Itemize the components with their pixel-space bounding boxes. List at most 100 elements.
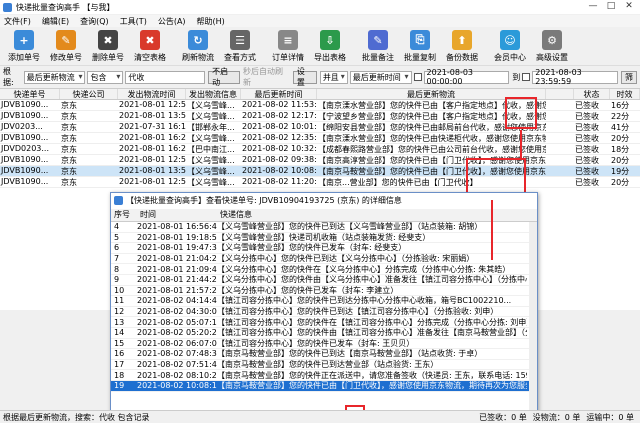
logic-select[interactable]: 并且 xyxy=(319,70,348,84)
toolbar-button-5[interactable]: ☰ 查看方式 xyxy=(219,28,261,66)
toolbar-button-11[interactable]: ☺ 会员中心 xyxy=(489,28,531,66)
detail-row[interactable]: 19 2021-08-02 10:08:18 【南京马鞍营业部】您的快件已由【门卫代… xyxy=(111,380,537,392)
table-cell: JDVB1090... xyxy=(1,111,49,120)
filter-field-select[interactable]: 最后更新物流 xyxy=(23,70,86,84)
table-row[interactable]: JDVD0203... 京东 2021-08-01 16:21:31【巴中南江...… xyxy=(0,144,640,155)
detail-cell: 2021-08-01 21:57:23 xyxy=(137,285,217,295)
table-cell: 41分 xyxy=(611,123,630,132)
table-cell: 京东 xyxy=(61,112,77,121)
filter-button[interactable]: 筛 xyxy=(620,70,637,84)
toolbar-button-0[interactable]: + 添加单号 xyxy=(3,28,45,66)
table-cell: 22分 xyxy=(611,112,630,121)
stop-button[interactable]: 不启动 xyxy=(208,67,241,87)
table-cell: 20分 xyxy=(611,178,630,187)
column-header[interactable]: 状态 xyxy=(574,89,610,99)
table-cell: 2021-08-02 11:20:46 xyxy=(242,177,317,186)
table-cell xyxy=(546,166,574,176)
table-row[interactable]: JDVB1090... 京东 2021-08-01 12:57:28【义乌雪峰...… xyxy=(0,155,640,166)
table-cell: 【义乌雪峰... xyxy=(187,167,235,176)
toolbar-button-7[interactable]: ⇩ 导出表格 xyxy=(309,28,351,66)
table-cell: 20分 xyxy=(611,134,630,143)
table-row[interactable]: JDVB1090... 京东 2021-08-01 16:21:31【义乌雪峰...… xyxy=(0,133,640,144)
column-header[interactable]: 发出物流时间 xyxy=(118,89,186,99)
table-cell: 已签收 xyxy=(575,156,599,165)
menu-edit[interactable]: 编辑(E) xyxy=(42,16,69,27)
start-time-input[interactable]: 2021-08-03 00:00:00 xyxy=(423,68,510,86)
detail-cell: 【南京马鞍营业部】您的快件已到达营业部（站点验货: 王东） xyxy=(217,360,439,370)
close-button[interactable]: ✕ xyxy=(620,1,638,11)
toolbar-label: 添加单号 xyxy=(8,53,40,62)
settings-button[interactable]: 设置 xyxy=(292,67,317,87)
filter-label: 根据: xyxy=(3,67,14,87)
toolbar-label: 会员中心 xyxy=(494,53,526,62)
col-info: 快递信息 xyxy=(220,210,252,219)
minimize-button[interactable]: — xyxy=(584,1,602,11)
table-cell: 已签收 xyxy=(575,101,599,110)
detail-cell: 【镇江司容分拣中心】您的快件已到达【镇江司容分拣中心】（分拣验收: 刘申） xyxy=(217,307,499,317)
menu-bar: 文件(F) 编辑(E) 查询(Q) 工具(T) 公告(A) 帮助(H) xyxy=(0,15,640,27)
detail-cell: 2021-08-02 05:20:28 xyxy=(137,328,217,338)
toolbar-button-9[interactable]: ⎘ 批量复制 xyxy=(399,28,441,66)
table-row[interactable]: JDVB1090... 京东 2021-08-01 12:57:28【义乌雪峰...… xyxy=(0,177,640,188)
table-cell: 18分 xyxy=(611,145,630,154)
toolbar-button-8[interactable]: ✎ 批量备注 xyxy=(357,28,399,66)
time-filter-checkbox[interactable] xyxy=(413,73,422,81)
table-row[interactable]: JDVB1090... 京东 2021-08-01 13:53:40【义乌雪峰...… xyxy=(0,111,640,122)
table-cell: 2021-08-01 12:57:28 xyxy=(119,177,186,186)
table-cell xyxy=(546,100,574,110)
column-header[interactable]: 快递单号 xyxy=(0,89,60,99)
end-time-checkbox[interactable] xyxy=(522,73,531,81)
detail-cell: 2021-08-02 04:14:48 xyxy=(137,296,217,306)
menu-help[interactable]: 帮助(H) xyxy=(197,16,225,27)
table-cell: 2021-08-02 09:38:39 xyxy=(242,155,317,164)
table-cell xyxy=(546,144,574,154)
filter-op-select[interactable]: 包含 xyxy=(87,70,124,84)
column-header[interactable] xyxy=(546,89,574,99)
dialog-table-body: 4 2021-08-01 16:56:42 【义乌雪峰营业部】您的快件已到达【义乌雪… xyxy=(111,222,537,392)
toolbar-label: 高级设置 xyxy=(536,53,568,62)
dialog-scrollbar[interactable] xyxy=(529,222,537,422)
column-header[interactable]: 时效 xyxy=(610,89,640,99)
detail-cell: 12 xyxy=(114,307,125,317)
detail-cell: 2021-08-02 10:08:18 xyxy=(137,381,217,391)
time-field-select[interactable]: 最后更新时间 xyxy=(349,70,412,84)
menu-file[interactable]: 文件(F) xyxy=(4,16,31,27)
toolbar-button-3[interactable]: ✖ 清空表格 xyxy=(129,28,171,66)
toolbar-button-4[interactable]: ↻ 刷新物流 xyxy=(177,28,219,66)
detail-cell: 4 xyxy=(114,222,120,232)
column-header[interactable]: 发出物流信息 xyxy=(186,89,241,99)
toolbar-button-10[interactable]: ⬆ 备份数据 xyxy=(441,28,483,66)
toolbar-button-2[interactable]: ✖ 删除单号 xyxy=(87,28,129,66)
menu-query[interactable]: 查询(Q) xyxy=(80,16,109,27)
table-cell: 【义乌雪峰... xyxy=(187,178,235,187)
table-row[interactable]: JDV0203... 京东 2021-07-31 16:18:20【邯郸永年... 2… xyxy=(0,122,640,133)
clear-icon: ✖ xyxy=(140,30,160,50)
detail-cell: 18 xyxy=(114,370,125,380)
keyword-input[interactable]: 代收 xyxy=(125,70,206,84)
dialog-icon xyxy=(114,195,123,205)
column-header[interactable]: 最后更新时间 xyxy=(241,89,317,99)
detail-cell: 【义乌分拣中心】您的快件由【义乌分拣中心】准备发往【镇江司容分拣中心】（分拣中心… xyxy=(217,275,527,285)
menu-tools[interactable]: 工具(T) xyxy=(120,16,147,27)
dialog-title: 【快递批量查询高手】查看快递单号: JDVB10904193725 (京东) 的… xyxy=(126,195,402,205)
table-cell: JDVB1090... xyxy=(1,155,49,164)
detail-cell: 【义乌雪峰营业部】您的快件已到达【义乌雪峰营业部】（站点装箱: 胡锦） xyxy=(217,222,483,232)
member-icon: ☺ xyxy=(500,30,520,50)
table-cell: 已签收 xyxy=(575,134,599,143)
table-row[interactable]: JDVB1090... 京东 2021-08-01 12:57:28【义乌雪峰...… xyxy=(0,100,640,111)
toolbar-button-12[interactable]: ⚙ 高级设置 xyxy=(531,28,573,66)
detail-cell: 【南京马鞍营业部】您的快件已由【门卫代收】，感谢您使用京东物流，期待再次为您服务 xyxy=(217,381,527,391)
maximize-button[interactable]: □ xyxy=(602,1,620,11)
column-header[interactable]: 快递公司 xyxy=(60,89,118,99)
status-signed: 已签收：0 单 xyxy=(479,412,527,422)
table-cell xyxy=(546,122,574,132)
detail-cell: 2021-08-01 19:18:54 xyxy=(137,232,217,242)
detail-cell: 2021-08-02 07:51:45 xyxy=(137,360,217,370)
end-time-input[interactable]: 2021-08-03 23:59:59 xyxy=(532,68,618,86)
table-cell xyxy=(546,177,574,187)
table-cell: 【义乌雪峰... xyxy=(187,156,235,165)
menu-announce[interactable]: 公告(A) xyxy=(158,16,186,27)
toolbar-button-1[interactable]: ✎ 修改单号 xyxy=(45,28,87,66)
toolbar-button-6[interactable]: ≡ 订单详情 xyxy=(267,28,309,66)
table-row[interactable]: JDVB1090... 京东 2021-08-01 13:53:40【义乌雪峰...… xyxy=(0,166,640,177)
